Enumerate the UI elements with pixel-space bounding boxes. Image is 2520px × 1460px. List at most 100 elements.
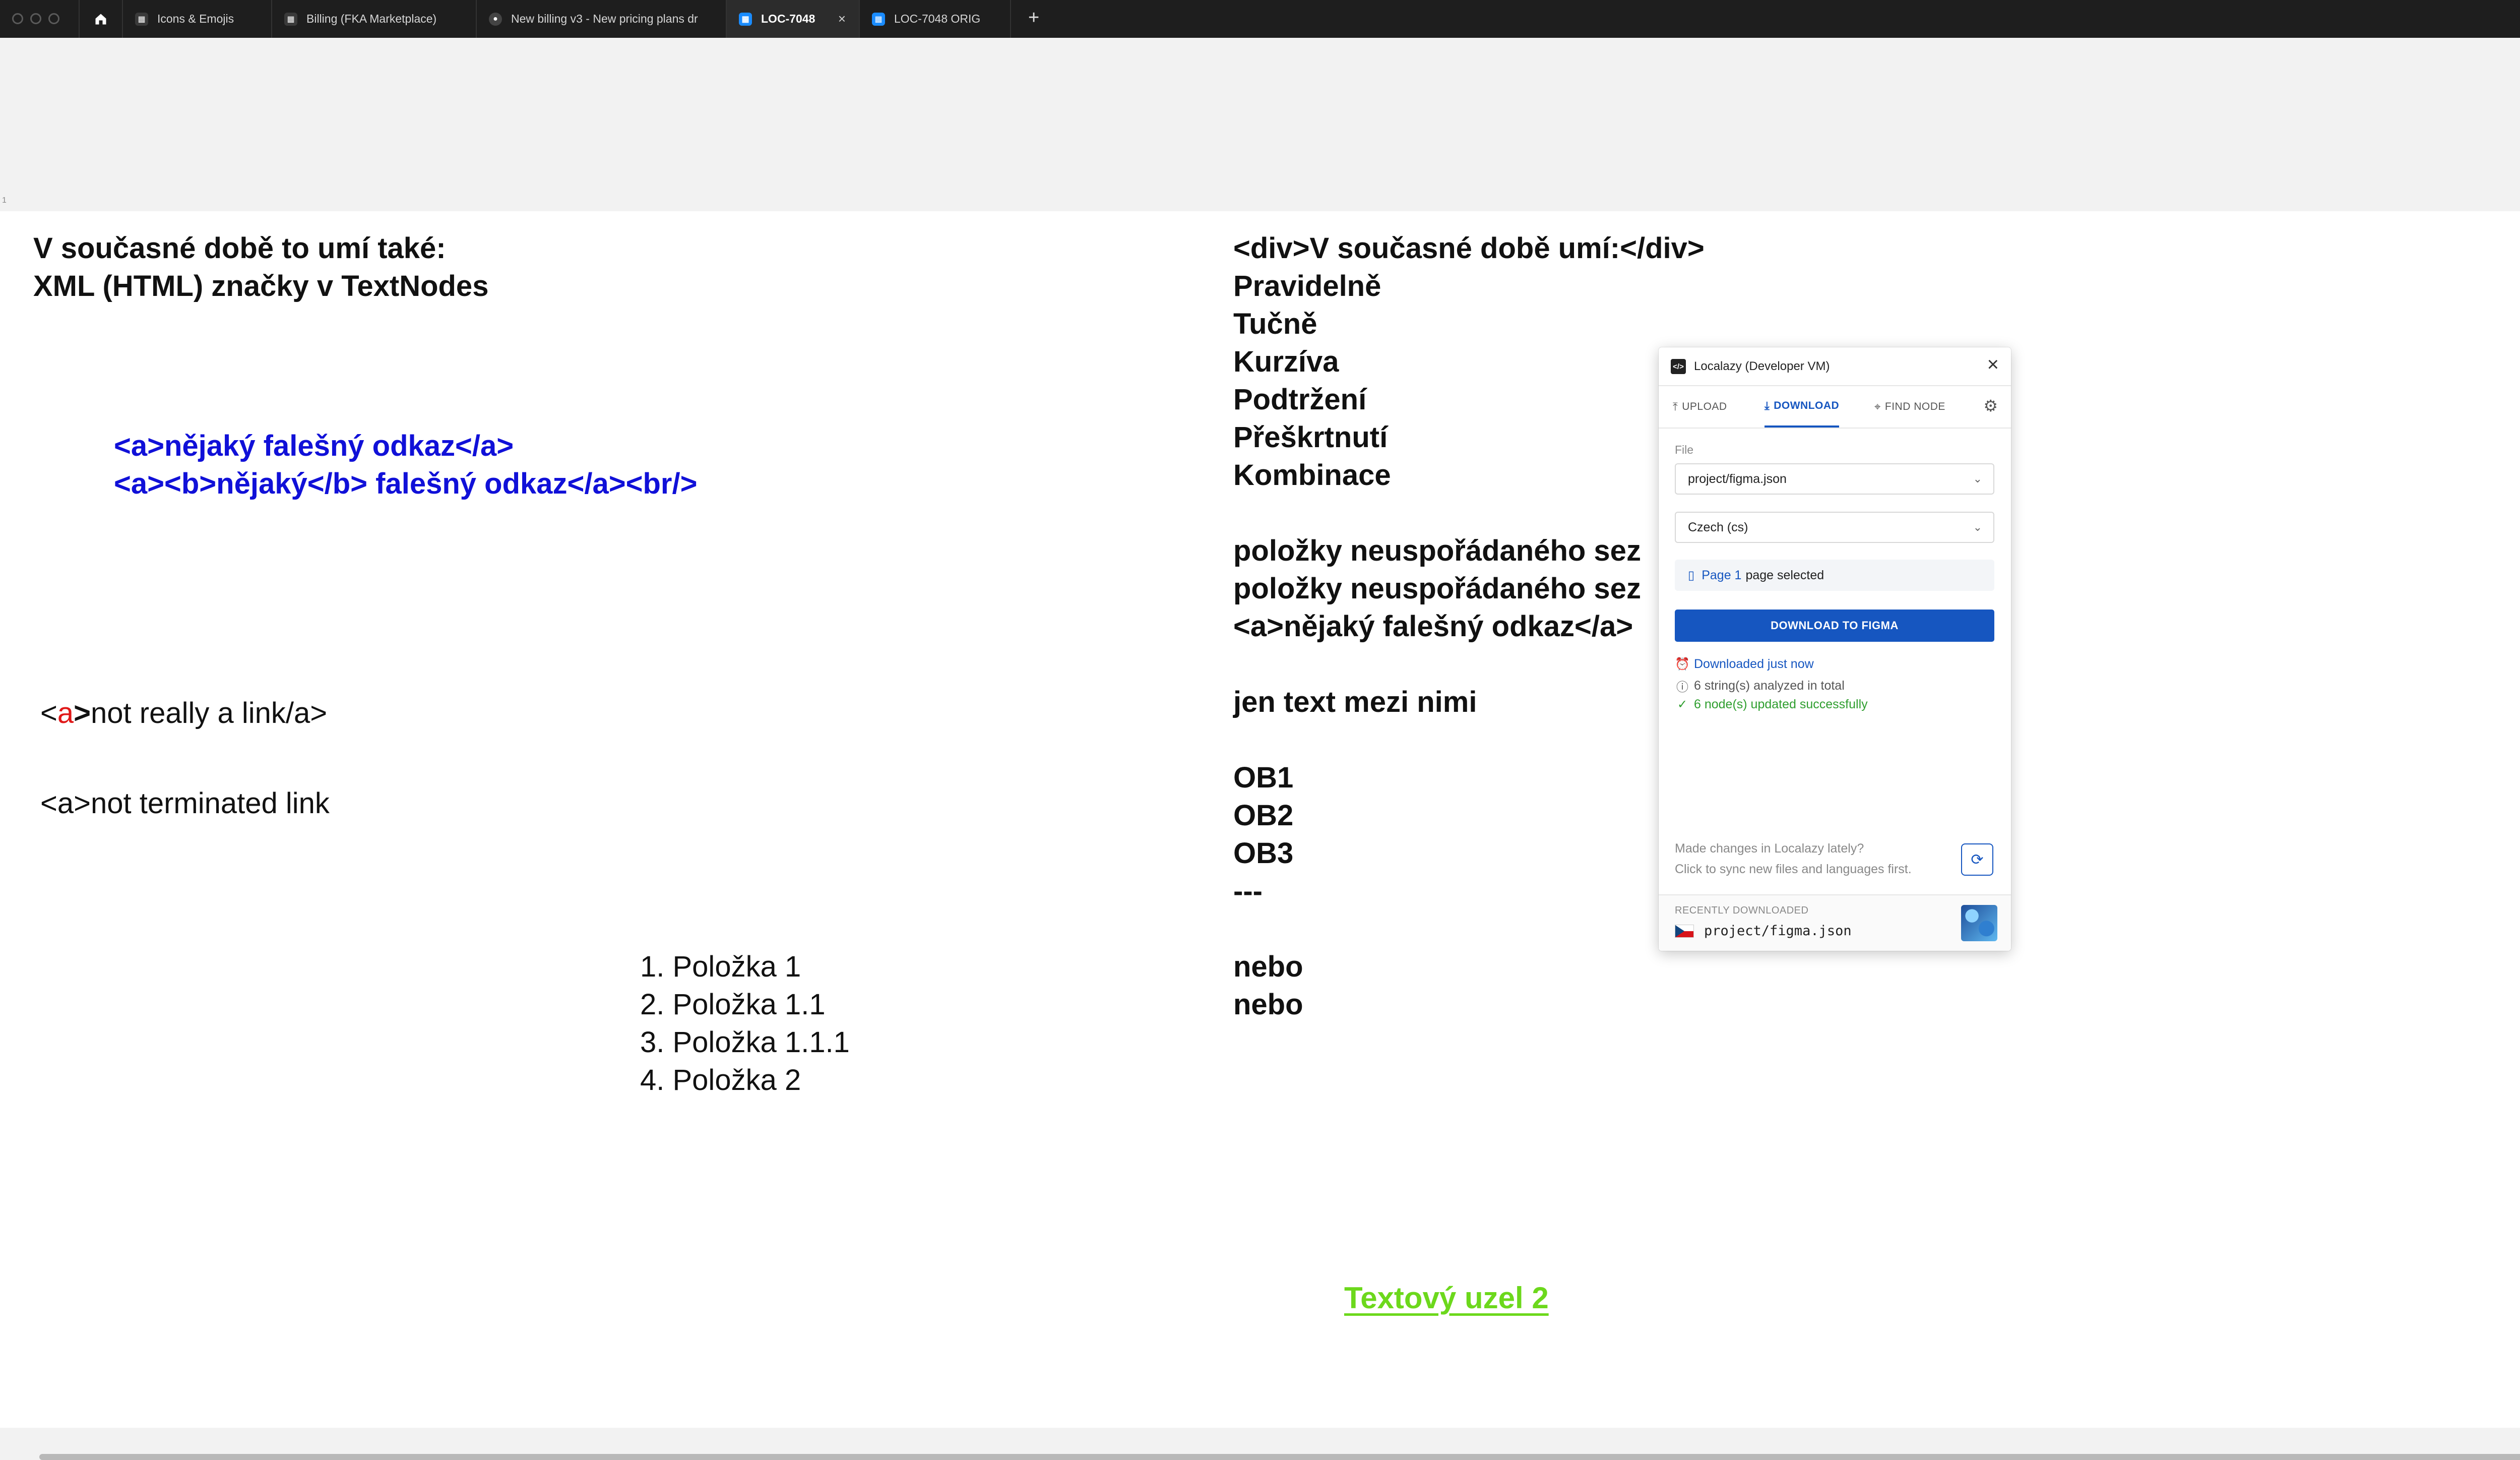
chevron-down-icon: ⌄ (1973, 472, 1982, 485)
status-analyzed-text: 6 string(s) analyzed in total (1694, 679, 1845, 693)
status-updated: ✓ 6 node(s) updated successfully (1675, 697, 1868, 712)
status-downloaded: ⏰ Downloaded just now (1675, 657, 1814, 672)
tab-label: Billing (FKA Marketplace) (306, 12, 437, 25)
sync-hint-line-2: Click to sync new files and languages fi… (1675, 862, 1912, 876)
browser-tab-bar: ▦ Icons & Emojis ▦ Billing (FKA Marketpl… (0, 0, 2520, 38)
language-select[interactable]: Czech (cs) ⌄ (1675, 512, 1994, 543)
right-line[interactable]: Podtržení (1233, 381, 1366, 418)
right-line[interactable]: Pravidelně (1233, 267, 1381, 305)
blue-fake-link-2[interactable]: <a><b>nějaký</b> falešný odkaz</a><br/> (114, 465, 697, 503)
download-icon: ⤓ (1765, 399, 1770, 412)
window-close-dot[interactable] (12, 13, 23, 24)
list-item[interactable]: 3. Položka 1.1.1 (640, 1023, 850, 1061)
recent-file-name: project/figma.json (1704, 923, 1852, 939)
right-line[interactable]: Kombinace (1233, 456, 1391, 494)
tab-label: Icons & Emojis (157, 12, 234, 25)
tab-find-node-label: FIND NODE (1884, 401, 1945, 412)
list-item[interactable]: 4. Položka 2 (640, 1061, 801, 1099)
file-select[interactable]: project/figma.json ⌄ (1675, 463, 1994, 495)
list-item[interactable]: 2. Položka 1.1 (640, 986, 826, 1023)
right-line[interactable]: <div>V současné době umí:</div> (1233, 229, 1705, 267)
tab-find-node[interactable]: ⌖ FIND NODE (1874, 386, 1945, 428)
language-select-value: Czech (cs) (1688, 520, 1748, 534)
tab-icons-emojis[interactable]: ▦ Icons & Emojis (123, 0, 272, 38)
figma-canvas[interactable]: 1 V současné době to umí také: XML (HTML… (0, 38, 2520, 1460)
page-suffix: page selected (1745, 568, 1824, 582)
page-link[interactable]: Page 1 (1702, 568, 1741, 583)
status-updated-text: 6 node(s) updated successfully (1694, 697, 1868, 711)
close-plugin-button[interactable]: × (1987, 353, 1999, 376)
green-text-node[interactable]: Textový uzel 2 (1344, 1281, 1549, 1315)
tab-new-billing[interactable]: ● New billing v3 - New pricing plans dr (477, 0, 727, 38)
file-label: File (1675, 443, 1694, 456)
left-heading-line-1[interactable]: V současné době to umí také: (33, 229, 446, 267)
tab-loc-7048-orig[interactable]: ▦ LOC-7048 ORIG (860, 0, 1011, 38)
target-icon: ⌖ (1874, 400, 1881, 413)
tab-upload-label: UPLOAD (1682, 401, 1727, 412)
right-line[interactable]: položky neuspořádaného sez (1233, 570, 1641, 607)
localazy-plugin-panel: </> Localazy (Developer VM) × ⤒ UPLOAD ⤓… (1659, 347, 2011, 951)
plugin-title: Localazy (Developer VM) (1694, 359, 1830, 373)
localazy-logo-icon: </> (1671, 359, 1686, 374)
figjam-icon: ● (489, 12, 502, 26)
right-line[interactable]: položky neuspořádaného sez (1233, 532, 1641, 570)
right-line[interactable]: OB2 (1233, 797, 1293, 834)
tab-label: New billing v3 - New pricing plans dr (511, 12, 698, 25)
recent-file-item[interactable]: project/figma.json (1675, 923, 1852, 939)
sync-hint-line-1: Made changes in Localazy lately? (1675, 841, 1864, 856)
fake-link-text[interactable]: <a>not really a link/a> (40, 694, 327, 732)
tab-download[interactable]: ⤓ DOWNLOAD (1765, 386, 1840, 428)
tab-upload[interactable]: ⤒ UPLOAD (1673, 386, 1727, 428)
recently-downloaded-label: RECENTLY DOWNLOADED (1675, 905, 1809, 916)
tab-label: LOC-7048 (761, 12, 815, 25)
right-line[interactable]: nebo (1233, 986, 1303, 1023)
right-line[interactable]: jen text mezi nimi (1233, 683, 1477, 721)
home-button[interactable] (79, 0, 123, 38)
download-to-figma-button[interactable]: DOWNLOAD TO FIGMA (1675, 610, 1994, 642)
right-line[interactable]: --- (1233, 872, 1263, 910)
window-maximize-dot[interactable] (48, 13, 59, 24)
frame-label: 1 (2, 196, 7, 205)
tab-label: LOC-7048 ORIG (894, 12, 981, 25)
status-analyzed: ⓘ 6 string(s) analyzed in total (1675, 677, 1845, 695)
czech-flag-icon (1675, 924, 1694, 938)
unterminated-link-text[interactable]: <a>not terminated link (40, 784, 330, 822)
new-tab-button[interactable]: + (1028, 7, 1039, 29)
gear-icon[interactable]: ⚙ (1983, 396, 1998, 415)
right-line[interactable]: OB1 (1233, 759, 1293, 797)
tab-download-label: DOWNLOAD (1774, 400, 1840, 411)
figma-file-icon: ▦ (135, 12, 148, 26)
design-frame[interactable]: V současné době to umí také: XML (HTML) … (0, 211, 2520, 1428)
plugin-footer (1659, 894, 2011, 951)
sync-button[interactable]: ⟳ (1961, 843, 1993, 876)
right-line[interactable]: Tučně (1233, 305, 1317, 343)
info-icon: ⓘ (1676, 681, 1688, 694)
list-item[interactable]: 1. Položka 1 (640, 948, 801, 986)
upload-icon: ⤒ (1673, 400, 1678, 413)
gt-char: > (74, 697, 91, 729)
tab-loc-7048[interactable]: ▦ LOC-7048 × (727, 0, 860, 38)
right-line[interactable]: Přeškrtnutí (1233, 418, 1388, 456)
sync-icon: ⟳ (1971, 851, 1984, 868)
left-heading-line-2[interactable]: XML (HTML) značky v TextNodes (33, 267, 488, 305)
right-line[interactable]: OB3 (1233, 834, 1293, 872)
close-tab-icon[interactable]: × (838, 11, 846, 27)
figma-file-icon: ▦ (739, 12, 752, 26)
right-line[interactable]: Kurzíva (1233, 343, 1339, 381)
plugin-avatar-thumbnail[interactable] (1961, 905, 1997, 941)
tab-billing[interactable]: ▦ Billing (FKA Marketplace) (272, 0, 477, 38)
check-icon: ✓ (1677, 698, 1688, 711)
horizontal-scrollbar[interactable] (39, 1454, 2520, 1460)
right-line[interactable]: nebo (1233, 948, 1303, 986)
fake-link-rest: not really a link/a> (91, 697, 328, 729)
chevron-down-icon: ⌄ (1973, 521, 1982, 533)
plugin-header: </> Localazy (Developer VM) × (1659, 347, 2011, 386)
right-line[interactable]: <a>nějaký falešný odkaz</a> (1233, 607, 1633, 645)
document-icon: ▯ (1688, 568, 1695, 582)
plugin-tabs: ⤒ UPLOAD ⤓ DOWNLOAD ⌖ FIND NODE ⚙ (1659, 386, 2011, 429)
window-minimize-dot[interactable] (30, 13, 41, 24)
file-select-value: project/figma.json (1688, 471, 1787, 486)
clock-icon: ⏰ (1675, 657, 1690, 671)
red-a-char: a (57, 697, 74, 729)
blue-fake-link-1[interactable]: <a>nějaký falešný odkaz</a> (114, 427, 514, 465)
